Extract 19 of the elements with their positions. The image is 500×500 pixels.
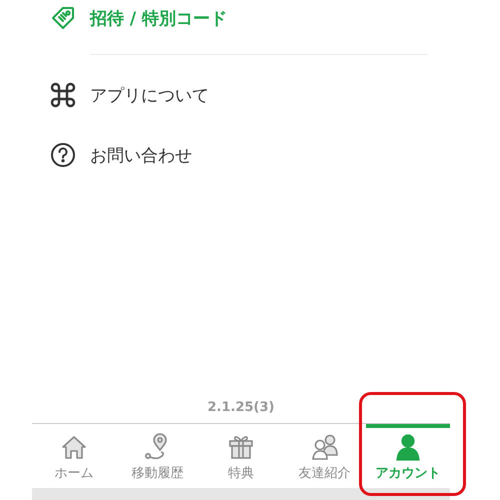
gift-icon	[226, 433, 255, 461]
tab[interactable]: 移動履歴	[116, 424, 200, 488]
menu-item[interactable]: アプリについて	[32, 75, 450, 115]
tab[interactable]: アカウント	[366, 424, 450, 488]
tag-icon	[50, 5, 76, 31]
menu-label: アプリについて	[90, 84, 209, 106]
tab[interactable]: 特典	[199, 424, 283, 488]
tab[interactable]: 友達紹介	[282, 424, 366, 488]
version-text: 2.1.25(3)	[208, 400, 274, 415]
command-icon	[50, 82, 76, 108]
menu-item[interactable]: お問い合わせ	[32, 135, 450, 175]
menu-item[interactable]: 招待 / 特別コード	[32, 0, 450, 38]
menu-label: お問い合わせ	[90, 144, 192, 166]
help-icon	[50, 142, 76, 168]
people-icon	[310, 433, 339, 461]
tab[interactable]: ホーム	[32, 424, 116, 488]
person-icon	[394, 433, 422, 461]
menu-label: 招待 / 特別コード	[90, 8, 228, 30]
home-icon	[60, 433, 88, 461]
